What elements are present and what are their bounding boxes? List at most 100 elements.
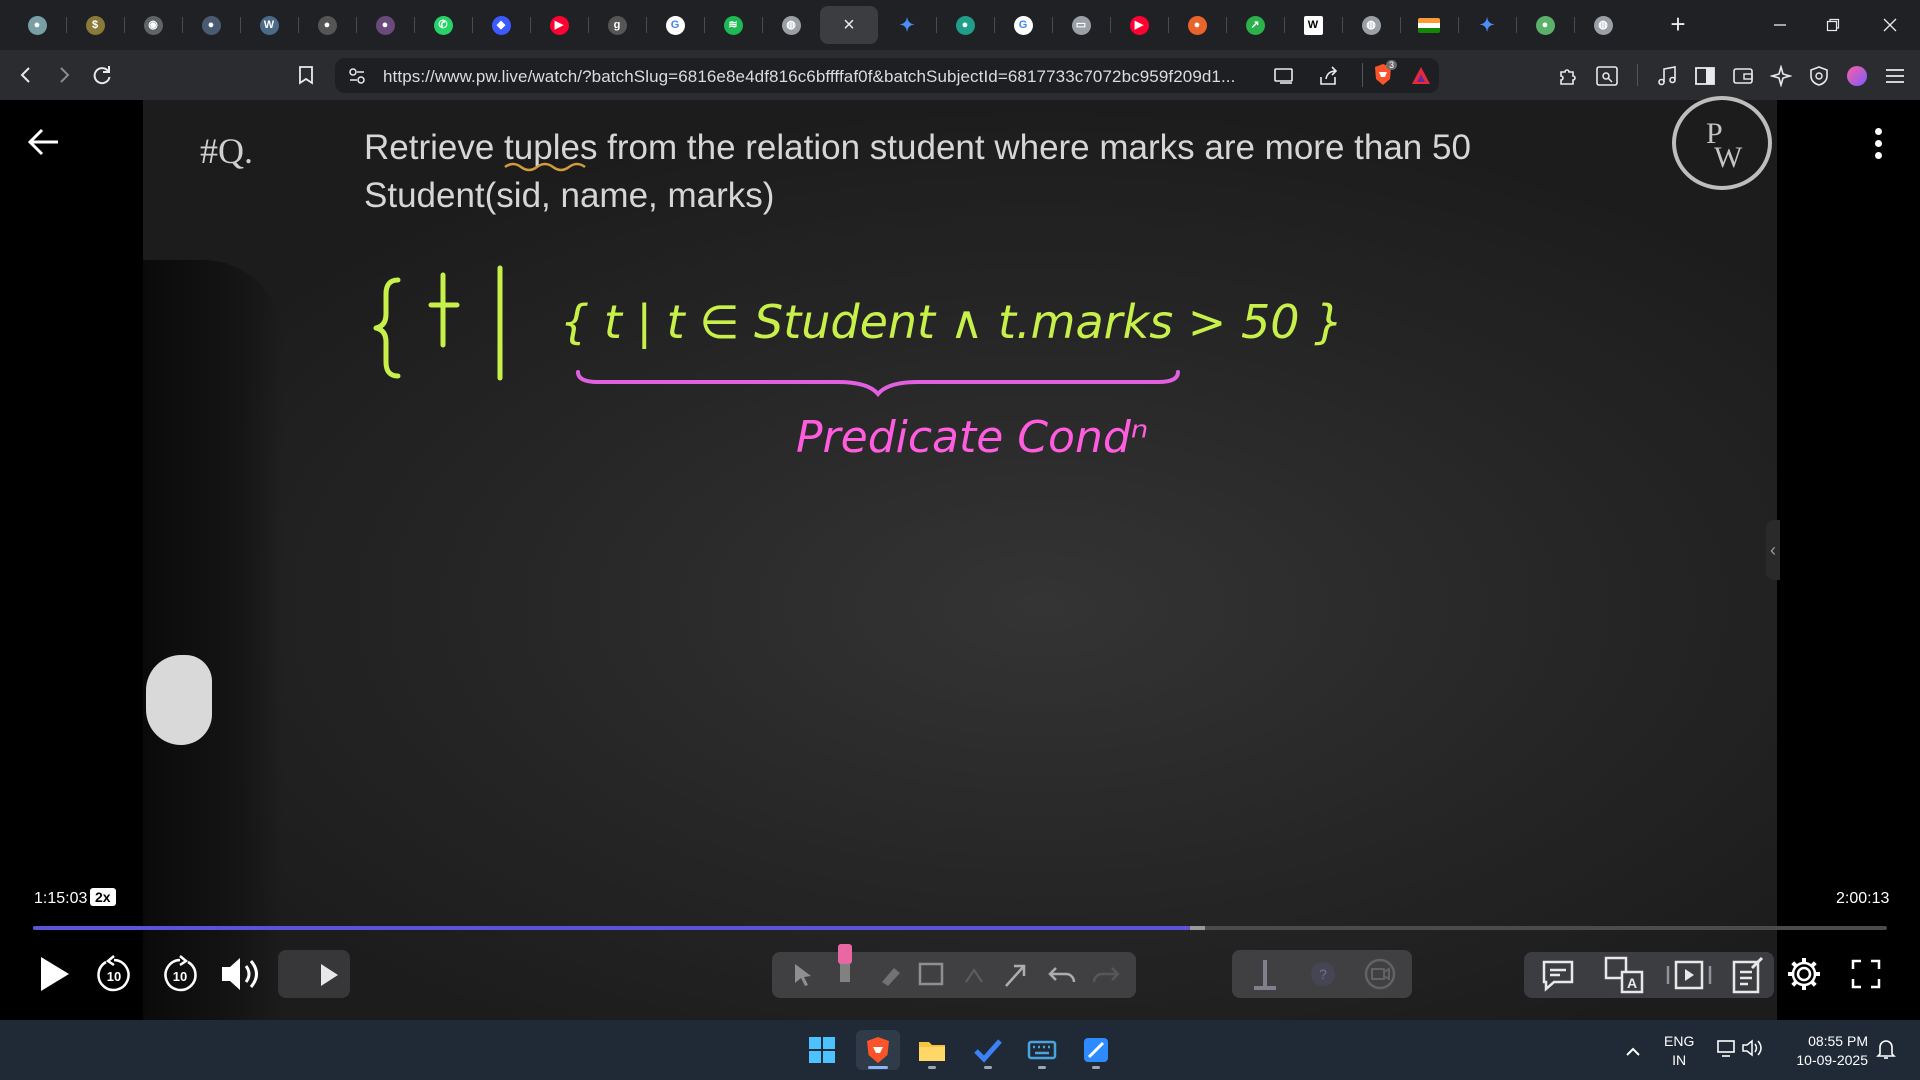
- arrow-draw-icon[interactable]: [1002, 960, 1030, 990]
- svg-text:?: ?: [1319, 966, 1327, 982]
- new-tab-button[interactable]: +: [1664, 11, 1692, 39]
- browser-tab[interactable]: ●: [356, 6, 414, 44]
- close-window-button[interactable]: [1870, 10, 1910, 40]
- media-button[interactable]: [1654, 63, 1680, 89]
- browser-tab[interactable]: ▶: [530, 6, 588, 44]
- browser-tab[interactable]: [1400, 6, 1458, 44]
- file-explorer-taskbar-button[interactable]: [910, 1030, 954, 1070]
- browser-tab[interactable]: ▭: [1052, 6, 1110, 44]
- todo-taskbar-button[interactable]: [966, 1030, 1010, 1070]
- chat-icon[interactable]: [1540, 958, 1576, 992]
- main-menu-button[interactable]: [1882, 63, 1908, 89]
- browser-tab[interactable]: ●: [8, 6, 66, 44]
- sidebar-button[interactable]: [1692, 63, 1718, 89]
- browser-tab[interactable]: ✦: [1458, 6, 1516, 44]
- side-panel-handle[interactable]: ‹: [1766, 520, 1780, 580]
- browser-tab[interactable]: ●: [182, 6, 240, 44]
- video-player[interactable]: #Q. Retrieve tuples from the relation st…: [0, 96, 1920, 1020]
- tab-active[interactable]: ×: [820, 6, 878, 44]
- forward-10-button[interactable]: 10: [160, 954, 200, 994]
- network-volume-tray[interactable]: [1715, 1038, 1763, 1063]
- redo-icon[interactable]: [1090, 964, 1120, 988]
- minimize-button[interactable]: [1760, 10, 1800, 40]
- play-button[interactable]: [34, 952, 74, 996]
- player-back-button[interactable]: [24, 122, 64, 162]
- camera-icon[interactable]: [1360, 958, 1400, 990]
- translate-icon[interactable]: A: [1604, 956, 1644, 994]
- browser-tab[interactable]: ✦: [878, 6, 936, 44]
- browser-tab[interactable]: G: [646, 6, 704, 44]
- browser-tab[interactable]: ●: [298, 6, 356, 44]
- brave-browser-taskbar-button[interactable]: [856, 1030, 900, 1070]
- reader-mode-button[interactable]: [1594, 63, 1620, 89]
- rewind-10-button[interactable]: 10: [94, 954, 134, 994]
- back-button[interactable]: [12, 61, 40, 89]
- letter-t: [428, 272, 460, 348]
- undo-icon[interactable]: [1048, 964, 1078, 988]
- cast-button[interactable]: [1273, 66, 1295, 91]
- notifications-button[interactable]: [1876, 1038, 1896, 1065]
- next-arrow-icon[interactable]: [318, 962, 340, 988]
- slides-icon[interactable]: [1664, 960, 1714, 990]
- progress-bar[interactable]: [33, 926, 1887, 930]
- windows-start-taskbar-button[interactable]: [800, 1030, 844, 1070]
- app-icon: ●: [1535, 15, 1555, 35]
- close-icon[interactable]: ×: [843, 14, 855, 37]
- app-icon: ●: [201, 15, 221, 35]
- settings-button[interactable]: [1784, 954, 1824, 994]
- fullscreen-button[interactable]: [1848, 956, 1884, 992]
- reload-button[interactable]: [88, 61, 116, 89]
- brave-shields-button[interactable]: 3: [1371, 60, 1398, 93]
- tray-overflow-button[interactable]: [1620, 1038, 1646, 1064]
- paint-taskbar-button[interactable]: [1074, 1030, 1118, 1070]
- bookmark-icon: [299, 66, 313, 85]
- browser-tab[interactable]: ↗: [1226, 6, 1284, 44]
- wallet-button[interactable]: [1730, 63, 1756, 89]
- language-indicator[interactable]: ENG IN: [1664, 1032, 1694, 1070]
- leo-ai-button[interactable]: [1768, 63, 1794, 89]
- rectangle-icon[interactable]: [918, 962, 944, 988]
- browser-tab[interactable]: ●: [1168, 6, 1226, 44]
- browser-tab[interactable]: $: [66, 6, 124, 44]
- browser-tab[interactable]: ◍: [1342, 6, 1400, 44]
- sidebar-icon: [1695, 67, 1715, 85]
- browser-tab[interactable]: ◆: [472, 6, 530, 44]
- url-text[interactable]: https://www.pw.live/watch/?batchSlug=681…: [383, 67, 1235, 87]
- presenter-tools-panel: [278, 950, 350, 998]
- browser-tab[interactable]: ◉: [124, 6, 182, 44]
- cast-icon: [1274, 68, 1293, 84]
- volume-button[interactable]: [220, 954, 264, 994]
- browser-tab[interactable]: G: [994, 6, 1052, 44]
- browser-tab[interactable]: ●: [936, 6, 994, 44]
- browser-tab[interactable]: ◍: [1574, 6, 1632, 44]
- extensions-button[interactable]: [1556, 63, 1582, 89]
- highlighter-icon[interactable]: [832, 944, 858, 988]
- brave-rewards-button[interactable]: [1410, 65, 1432, 92]
- shape-icon[interactable]: [962, 964, 986, 988]
- browser-tab[interactable]: g: [588, 6, 646, 44]
- browser-tab[interactable]: ◍: [762, 6, 820, 44]
- profile-button[interactable]: [1844, 63, 1870, 89]
- bookmark-button[interactable]: [292, 61, 320, 89]
- restore-button[interactable]: [1813, 10, 1853, 40]
- vpn-button[interactable]: [1806, 63, 1832, 89]
- notes-icon[interactable]: [1730, 956, 1764, 994]
- doubt-icon[interactable]: ?: [1308, 960, 1338, 988]
- browser-tab[interactable]: ✆: [414, 6, 472, 44]
- browser-tab[interactable]: ●: [1516, 6, 1574, 44]
- pointer-icon[interactable]: [792, 962, 814, 988]
- forward-button[interactable]: [50, 61, 78, 89]
- keyboard-taskbar-button[interactable]: [1020, 1030, 1064, 1070]
- browser-tab[interactable]: W: [240, 6, 298, 44]
- share-button[interactable]: [1317, 65, 1339, 92]
- browser-tab[interactable]: W: [1284, 6, 1342, 44]
- browser-tab[interactable]: ≋: [704, 6, 762, 44]
- browser-tab[interactable]: ▶: [1110, 6, 1168, 44]
- player-more-button[interactable]: [1860, 120, 1896, 166]
- system-clock[interactable]: 08:55 PM 10-09-2025: [1786, 1032, 1868, 1070]
- eraser-icon[interactable]: [878, 964, 904, 988]
- playback-speed[interactable]: 2x: [90, 888, 116, 906]
- address-bar[interactable]: https://www.pw.live/watch/?batchSlug=681…: [335, 58, 1439, 93]
- browser-toolbar: https://www.pw.live/watch/?batchSlug=681…: [0, 50, 1920, 100]
- poll-icon[interactable]: [1250, 958, 1280, 992]
